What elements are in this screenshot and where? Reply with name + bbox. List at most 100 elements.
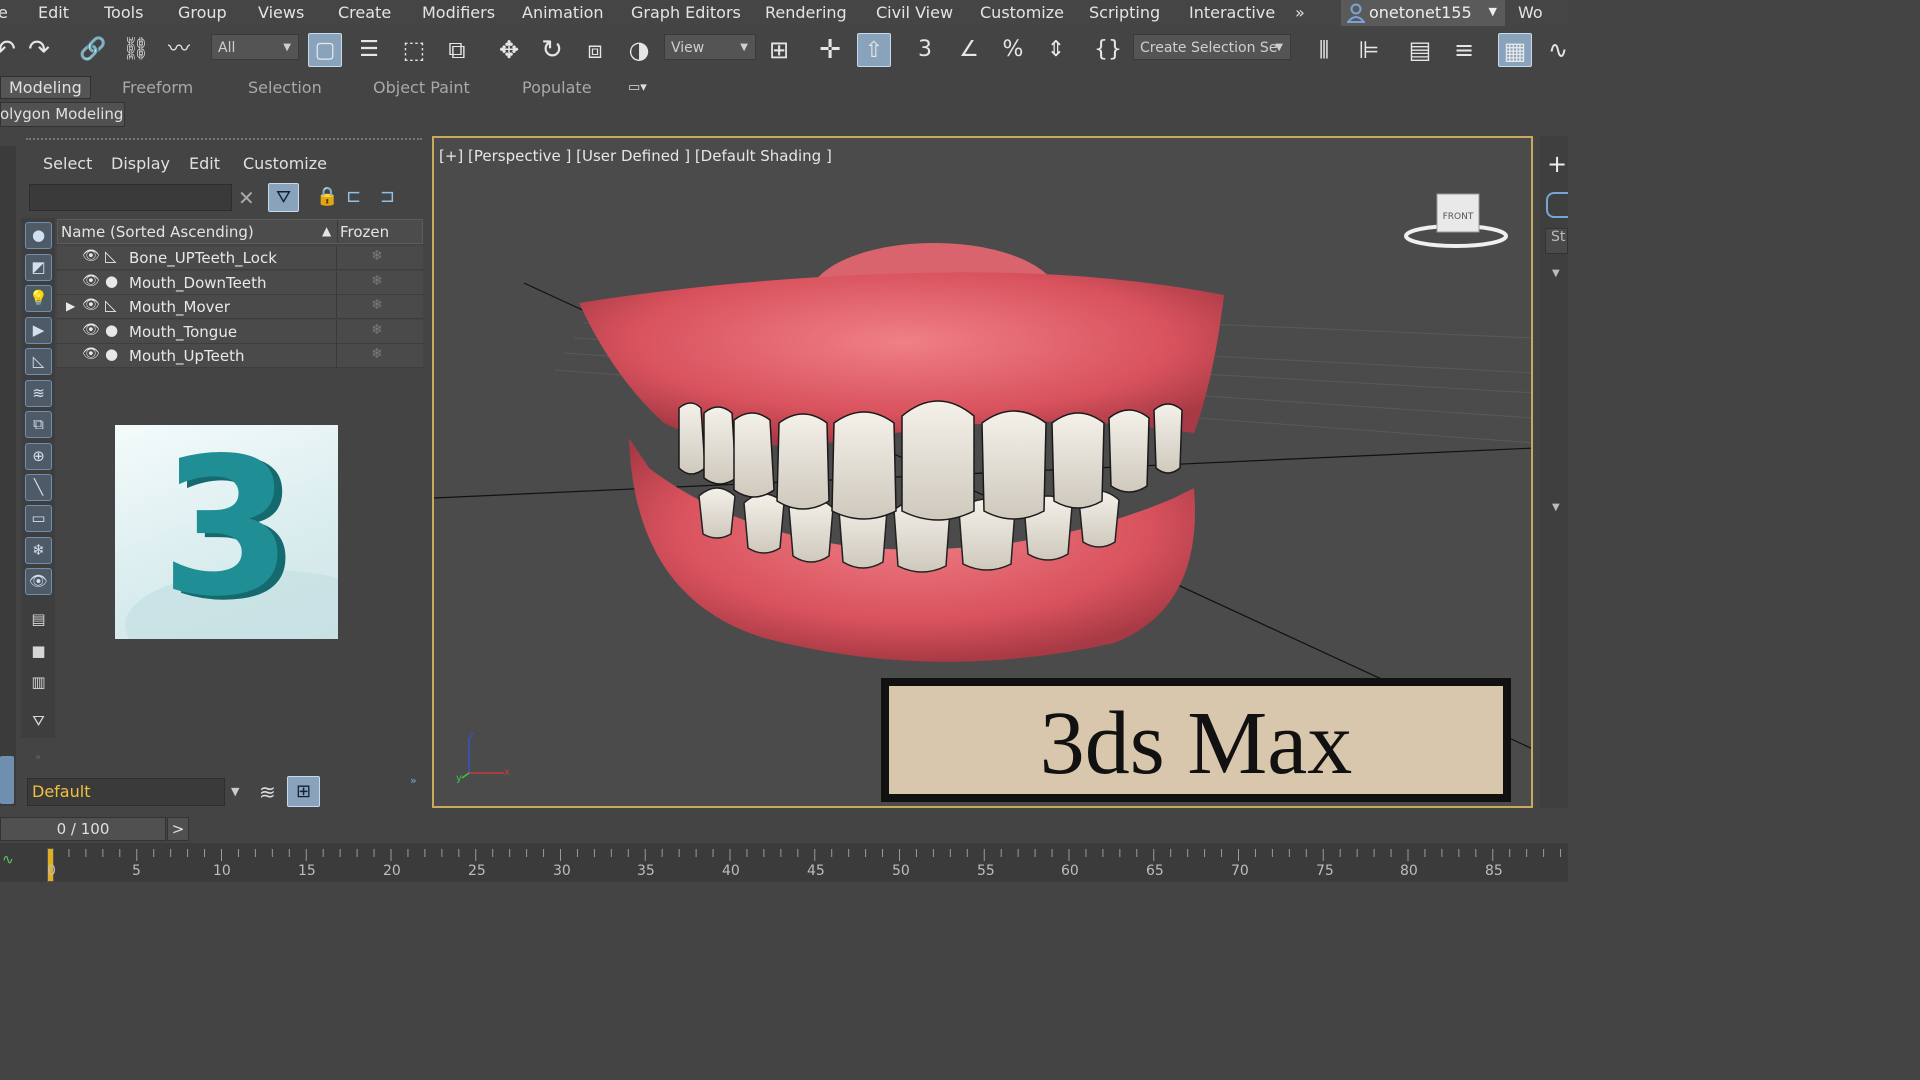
explorer-menu-display[interactable]: Display xyxy=(111,154,170,173)
unlink-icon[interactable]: ⛓ xyxy=(119,33,153,67)
viewport-label[interactable]: [+] [Perspective ] [User Defined ] [Defa… xyxy=(439,147,832,165)
menu-workspaces[interactable]: Wo xyxy=(1518,3,1543,22)
menu-customize[interactable]: Customize xyxy=(980,3,1064,22)
rectangular-selection-icon[interactable]: ⬚ xyxy=(397,33,431,67)
selection-filter-dropdown[interactable]: All ▼ xyxy=(211,34,299,60)
expand-arrows-icon[interactable]: » xyxy=(35,752,41,763)
menu-group[interactable]: Group xyxy=(178,3,227,22)
filter-funnel-icon[interactable]: ⛛ xyxy=(25,709,52,736)
snaps-toggle-icon[interactable]: 3 xyxy=(908,33,942,67)
undo-icon[interactable]: ↶ xyxy=(0,33,22,67)
angle-snap-icon[interactable]: ∠ xyxy=(952,33,986,67)
eye-icon[interactable]: 👁 xyxy=(82,322,100,338)
lock-icon[interactable]: 🔒 xyxy=(316,186,338,207)
lights-filter-icon[interactable]: 💡 xyxy=(25,285,52,312)
table-row[interactable]: 👁 ● Mouth_DownTeeth ❄ xyxy=(57,271,423,295)
groups-filter-icon[interactable]: ⧉ xyxy=(25,411,52,438)
layers-icon[interactable]: ≋ xyxy=(259,780,276,804)
snowflake-icon[interactable]: ❄ xyxy=(371,297,383,313)
table-row[interactable]: 👁 ◺ Bone_UPTeeth_Lock ❄ xyxy=(57,246,423,270)
curve-editor-mini-icon[interactable]: ∿ xyxy=(2,852,14,868)
tab-populate[interactable]: Populate xyxy=(522,78,592,97)
menu-tools[interactable]: Tools xyxy=(104,3,143,22)
reference-coordinate-dropdown[interactable]: View ▼ xyxy=(664,34,756,60)
standard-primitives-dropdown[interactable]: St xyxy=(1545,228,1568,254)
percent-snap-icon[interactable]: % xyxy=(996,33,1030,67)
layer-explorer-icon[interactable]: ≡ xyxy=(1447,33,1481,67)
filter-icon[interactable]: ⛛ xyxy=(268,183,299,212)
menu-create[interactable]: Create xyxy=(338,3,391,22)
rotate-icon[interactable]: ↻ xyxy=(535,33,569,67)
ribbon-toggle-icon[interactable]: ▦ xyxy=(1498,33,1532,67)
explorer-menu-select[interactable]: Select xyxy=(43,154,92,173)
link-icon[interactable]: 🔗 xyxy=(76,33,110,67)
hierarchy-collapse-icon[interactable]: ⊐ xyxy=(380,186,395,207)
user-account-button[interactable]: onetonet155 ▼ xyxy=(1341,0,1505,26)
menu-civil-view[interactable]: Civil View xyxy=(876,3,953,22)
menu-graph-editors[interactable]: Graph Editors xyxy=(631,3,741,22)
chevron-down-icon[interactable]: ▼ xyxy=(1552,268,1560,279)
polygon-modeling-panel-button[interactable]: olygon Modeling xyxy=(0,102,125,127)
menu-file[interactable]: e xyxy=(0,3,8,22)
tab-object-paint[interactable]: Object Paint xyxy=(373,78,470,97)
cameras-filter-icon[interactable]: ▶ xyxy=(25,317,52,344)
frozen-filter-icon[interactable]: ❄ xyxy=(25,537,52,564)
menu-edit[interactable]: Edit xyxy=(38,3,69,22)
clear-search-icon[interactable]: ✕ xyxy=(238,186,255,210)
create-panel-icon[interactable]: + xyxy=(1547,150,1567,178)
named-selection-dropdown[interactable]: Create Selection Se ▼ xyxy=(1133,34,1291,60)
column-frozen[interactable]: Frozen xyxy=(340,223,389,241)
xrefs-filter-icon[interactable]: ⊕ xyxy=(25,443,52,470)
bind-spacewarp-icon[interactable]: 〰 xyxy=(162,33,196,67)
eye-icon[interactable]: 👁 xyxy=(82,248,100,264)
containers-filter-icon[interactable]: ▭ xyxy=(25,505,52,532)
window-crossing-icon[interactable]: ⧉ xyxy=(440,33,474,67)
tab-selection[interactable]: Selection xyxy=(248,78,322,97)
layer-dropdown[interactable]: Default xyxy=(27,778,225,806)
select-by-name-icon[interactable]: ☰ xyxy=(352,33,386,67)
explorer-menu-edit[interactable]: Edit xyxy=(189,154,220,173)
table-row[interactable]: ▶ 👁 ◺ Mouth_Mover ❄ xyxy=(57,295,423,319)
eye-icon[interactable]: 👁 xyxy=(82,273,100,289)
hidden-filter-icon[interactable]: 👁 xyxy=(25,568,52,595)
select-manipulate-icon[interactable]: ✛ xyxy=(813,33,847,67)
snowflake-icon[interactable]: ❄ xyxy=(371,273,383,289)
helpers-filter-icon[interactable]: ◺ xyxy=(25,348,52,375)
hierarchy-mode-icon[interactable]: ⊞ xyxy=(287,776,320,807)
move-icon[interactable]: ✥ xyxy=(492,33,526,67)
expand-arrows-icon[interactable]: » xyxy=(410,774,417,787)
eye-icon[interactable]: 👁 xyxy=(82,297,100,313)
tab-modeling[interactable]: Modeling xyxy=(0,76,91,99)
menu-interactive[interactable]: Interactive xyxy=(1189,3,1275,22)
menu-views[interactable]: Views xyxy=(258,3,304,22)
menu-animation[interactable]: Animation xyxy=(522,3,604,22)
column-name[interactable]: Name (Sorted Ascending) xyxy=(61,223,254,241)
scale-icon[interactable]: ⧈ xyxy=(578,33,612,67)
snowflake-icon[interactable]: ❄ xyxy=(371,322,383,338)
display-none-icon[interactable]: ■ xyxy=(25,639,52,666)
bones-filter-icon[interactable]: ╲ xyxy=(25,474,52,501)
chevron-down-icon[interactable]: ▼ xyxy=(231,785,239,798)
spacewarps-filter-icon[interactable]: ≋ xyxy=(25,380,52,407)
display-all-icon[interactable]: ▤ xyxy=(25,607,52,634)
viewcube-face-label[interactable]: FRONT xyxy=(1443,212,1474,222)
invert-display-icon[interactable]: ▥ xyxy=(25,670,52,697)
snowflake-icon[interactable]: ❄ xyxy=(371,248,383,264)
chevron-down-icon[interactable]: ▼ xyxy=(1552,502,1560,513)
side-tab[interactable] xyxy=(0,756,14,804)
menu-overflow-button[interactable]: » xyxy=(1295,3,1305,22)
edit-named-selection-icon[interactable]: {} xyxy=(1091,33,1125,67)
shapes-filter-icon[interactable]: ◩ xyxy=(25,254,52,281)
spinner-snap-icon[interactable]: ⇕ xyxy=(1039,33,1073,67)
table-row[interactable]: 👁 ● Mouth_Tongue ❄ xyxy=(57,320,423,344)
pivot-center-icon[interactable]: ⊞ xyxy=(762,33,796,67)
menu-rendering[interactable]: Rendering xyxy=(765,3,847,22)
explorer-search-input[interactable] xyxy=(29,184,232,211)
snowflake-icon[interactable]: ❄ xyxy=(371,346,383,362)
geometry-filter-icon[interactable]: ● xyxy=(25,222,52,249)
sphere-icon[interactable] xyxy=(1546,192,1568,218)
mirror-icon[interactable]: ⫴ xyxy=(1307,33,1341,67)
placement-icon[interactable]: ◑ xyxy=(622,33,656,67)
hierarchy-expand-icon[interactable]: ⊏ xyxy=(346,186,361,207)
time-slider[interactable]: 0 / 100 xyxy=(0,817,166,841)
